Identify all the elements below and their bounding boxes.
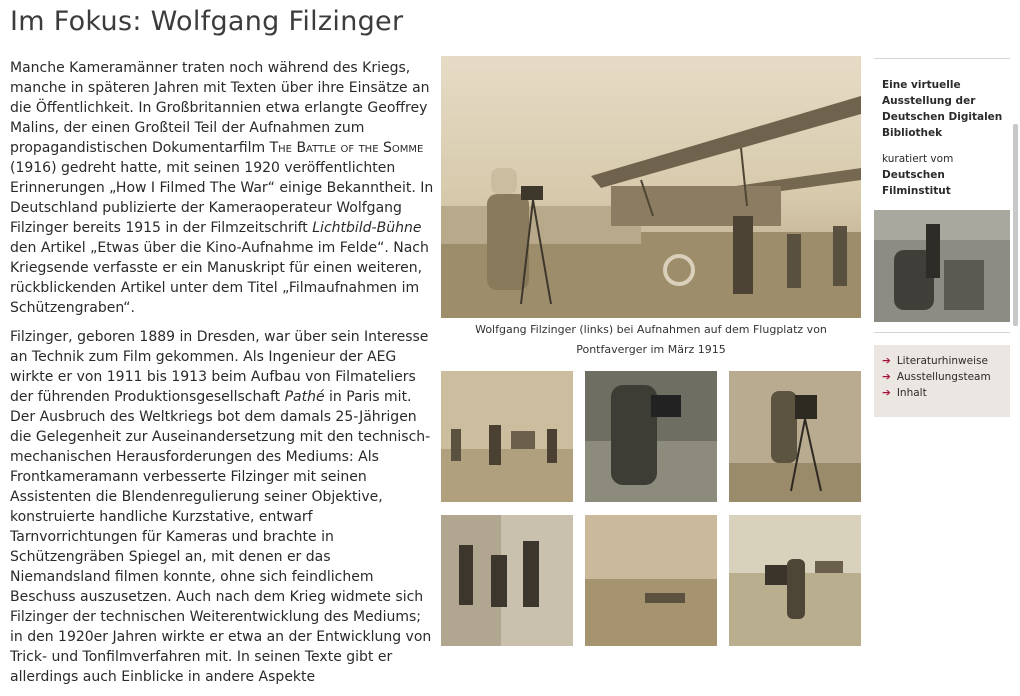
gallery-thumb-6[interactable] xyxy=(729,515,861,646)
gallery-thumb-5[interactable] xyxy=(585,515,717,646)
thumb-image-soldiers xyxy=(441,371,573,502)
curator-name[interactable]: Deutschen Filminstitut xyxy=(882,167,1010,199)
hero-photo-airfield[interactable] xyxy=(441,56,861,318)
link-literaturhinweise[interactable]: ➔ Literaturhinweise xyxy=(882,353,1010,369)
link-inhalt[interactable]: ➔ Inhalt xyxy=(882,385,1010,401)
magazine-title: Lichtbild-Bühne xyxy=(312,220,422,236)
curated-label: kuratiert vom xyxy=(882,153,954,165)
article-text: Manche Kameramänner traten noch während … xyxy=(10,58,434,696)
thumb-image-tripod xyxy=(729,371,861,502)
article-paragraph-1: Manche Kameramänner traten noch während … xyxy=(10,60,434,316)
hero-caption: Wolfgang Filzinger (links) bei Aufnahmen… xyxy=(475,323,827,356)
curator-info: kuratiert vom Deutschen Filminstitut xyxy=(882,151,1010,199)
gallery-thumb-4[interactable] xyxy=(441,515,573,646)
sidebar-divider xyxy=(874,332,1010,333)
gallery-thumb-2[interactable] xyxy=(585,371,717,502)
thumb-image-camera-field xyxy=(729,515,861,646)
thumb-image-field xyxy=(585,515,717,646)
link-ausstellungsteam[interactable]: ➔ Ausstellungsteam xyxy=(882,369,1010,385)
sidebar-thumbnail-image xyxy=(874,210,1010,322)
company-name: Pathé xyxy=(284,389,325,405)
arrow-right-icon: ➔ xyxy=(882,387,891,399)
sidebar-thumbnail[interactable] xyxy=(874,210,1010,322)
hero-photo-image xyxy=(441,56,861,318)
article-paragraph-2: Filzinger, geboren 1889 in Dresden, war … xyxy=(10,329,432,685)
arrow-right-icon: ➔ xyxy=(882,355,891,367)
film-title: The Battle of the Somme xyxy=(269,140,424,156)
gallery-thumb-1[interactable] xyxy=(441,371,573,502)
page-title: Im Fokus: Wolfgang Filzinger xyxy=(10,6,404,37)
thumb-image-cameraman xyxy=(585,371,717,502)
arrow-right-icon: ➔ xyxy=(882,371,891,383)
thumb-image-group xyxy=(441,515,573,646)
scrollbar-thumb[interactable] xyxy=(1013,124,1018,326)
exhibition-label[interactable]: Eine virtuelle Ausstellung der Deutschen… xyxy=(882,77,1010,141)
sidebar-links: ➔ Literaturhinweise ➔ Ausstellungsteam ➔ In… xyxy=(874,345,1010,417)
gallery-thumb-3[interactable] xyxy=(729,371,861,502)
sidebar-exhibition-info: Eine virtuelle Ausstellung der Deutschen… xyxy=(874,58,1010,199)
